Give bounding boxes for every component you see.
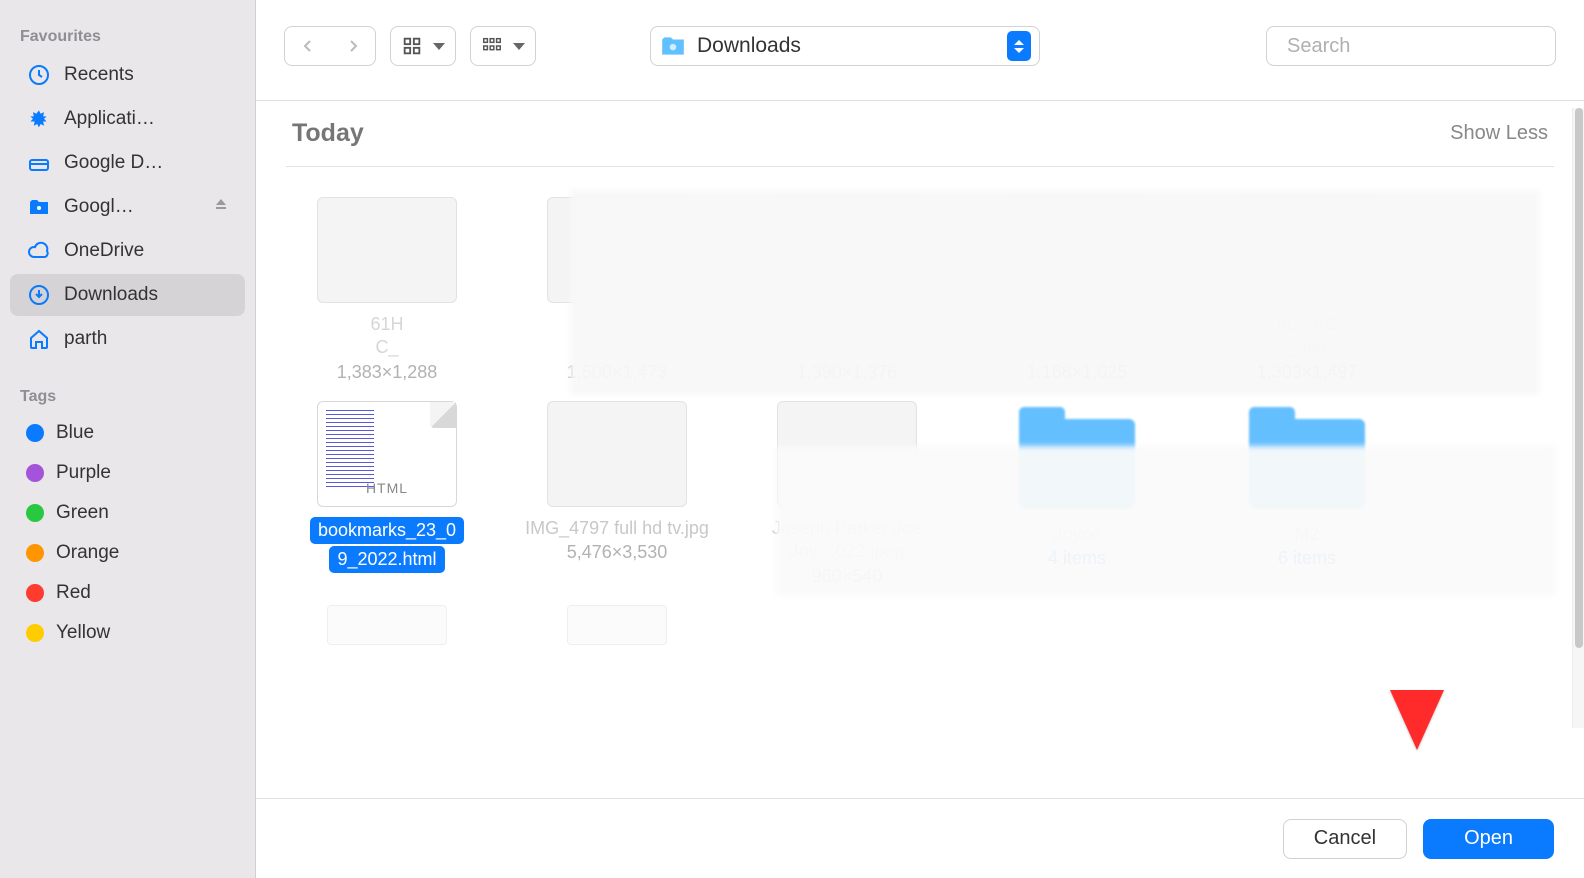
sidebar-item-recents[interactable]: Recents [10,54,245,96]
tag-label: Green [56,502,229,524]
html-badge: HTML [366,480,408,496]
tag-green[interactable]: Green [10,494,245,532]
sidebar-item-google-cloud[interactable]: Googl… [10,186,245,228]
grid-small-icon [481,35,503,57]
eject-icon[interactable] [213,196,229,218]
view-mode-button[interactable] [390,26,456,66]
tag-label: Yellow [56,622,229,644]
file-dimensions: 5,476×3,530 [567,542,668,563]
tag-purple[interactable]: Purple [10,454,245,492]
dialog-footer: Cancel Open [256,798,1584,878]
tag-orange[interactable]: Orange [10,534,245,572]
sidebar-item-label: Recents [64,64,229,86]
file-thumbnail-partial[interactable] [327,605,447,645]
image-thumbnail [317,197,457,303]
tag-yellow[interactable]: Yellow [10,614,245,652]
tags-heading: Tags [0,378,255,412]
folder-icon [659,34,687,58]
file-item-selected[interactable]: HTML bookmarks_23_0 9_2022.html [282,401,492,587]
sidebar-item-onedrive[interactable]: OneDrive [10,230,245,272]
cancel-button[interactable]: Cancel [1283,819,1407,859]
sidebar: Favourites Recents Applicati… Google D… … [0,0,256,878]
cloud-folder-icon [26,194,52,220]
file-name: bookmarks_23_0 9_2022.html [310,517,464,573]
disk-icon [26,150,52,176]
location-dropdown[interactable]: Downloads [650,26,1040,66]
back-button[interactable] [285,38,330,54]
location-stepper-icon [1007,31,1031,61]
file-item[interactable]: 61HC_ 1,383×1,288 [282,197,492,383]
sidebar-item-label: Google D… [64,152,229,174]
tag-bullet-icon [26,624,44,642]
chevron-right-icon [345,38,361,54]
apps-icon [26,106,52,132]
tag-bullet-icon [26,504,44,522]
file-dimensions: 1,383×1,288 [337,362,438,383]
sidebar-item-label: Applicati… [64,108,229,130]
tag-label: Orange [56,542,229,564]
home-icon [26,326,52,352]
sidebar-item-label: OneDrive [64,240,229,262]
sidebar-item-label: parth [64,328,229,350]
favourites-heading: Favourites [0,18,255,52]
location-name: Downloads [697,34,1007,58]
tag-label: Red [56,582,229,604]
tag-label: Purple [56,462,229,484]
section-date: Today [292,119,364,148]
redaction-overlay [570,190,1540,395]
chevron-down-icon [433,43,445,50]
nav-back-forward [284,26,376,66]
sidebar-item-home[interactable]: parth [10,318,245,360]
cloud-icon [26,238,52,264]
forward-button[interactable] [330,38,375,54]
open-button[interactable]: Open [1423,819,1554,859]
file-thumbnail-partial[interactable] [567,605,667,645]
tag-bullet-icon [26,584,44,602]
tag-bullet-icon [26,544,44,562]
file-item[interactable]: IMG_4797 full hd tv.jpg 5,476×3,530 [512,401,722,587]
tag-bullet-icon [26,424,44,442]
search-input[interactable] [1287,35,1552,58]
show-less-button[interactable]: Show Less [1450,122,1548,145]
search-field[interactable] [1266,26,1556,66]
tag-red[interactable]: Red [10,574,245,612]
toolbar: Downloads [256,0,1584,92]
sidebar-item-google-drive[interactable]: Google D… [10,142,245,184]
html-file-thumbnail: HTML [317,401,457,507]
sidebar-item-label: Downloads [64,284,229,306]
sidebar-item-label: Googl… [64,196,201,218]
clock-icon [26,62,52,88]
grid-large-icon [401,35,423,57]
annotation-arrow [1372,540,1462,775]
tag-bullet-icon [26,464,44,482]
chevron-left-icon [300,38,316,54]
tag-blue[interactable]: Blue [10,414,245,452]
sidebar-item-applications[interactable]: Applicati… [10,98,245,140]
sidebar-item-downloads[interactable]: Downloads [10,274,245,316]
image-thumbnail [547,401,687,507]
chevron-down-icon [513,43,525,50]
section-header: Today Show Less [256,101,1584,160]
file-name: IMG_4797 full hd tv.jpg [525,517,709,540]
tag-label: Blue [56,422,229,444]
group-mode-button[interactable] [470,26,536,66]
main-panel: Downloads Today Show Less [256,0,1584,878]
download-circle-icon [26,282,52,308]
